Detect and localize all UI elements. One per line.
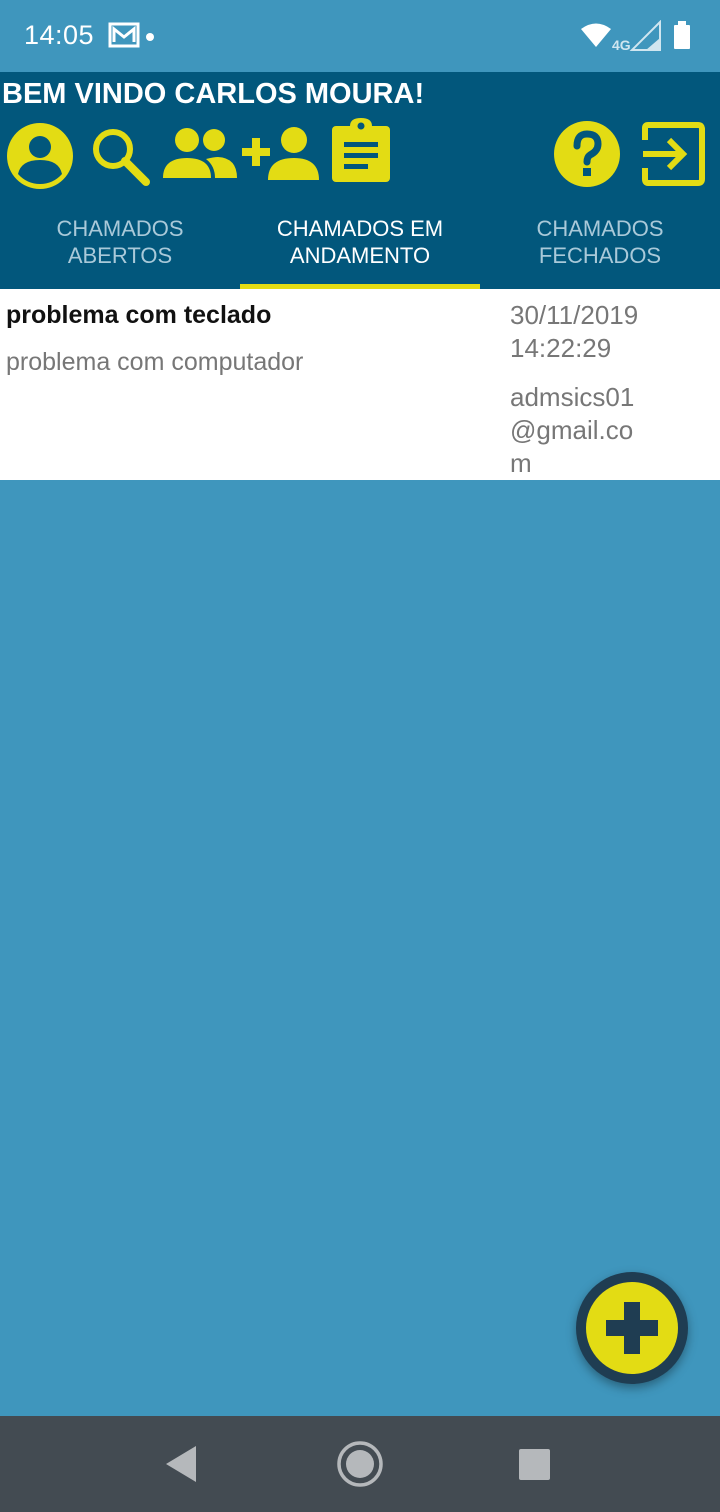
ticket-date: 30/11/2019 bbox=[510, 300, 639, 330]
system-nav-bar bbox=[0, 1416, 720, 1512]
app-header: BEM VINDO CARLOS MOURA! CHAMADOS ABERTOS… bbox=[0, 72, 720, 289]
tab-label-line1: CHAMADOS bbox=[56, 216, 184, 241]
tab-label-line2: ANDAMENTO bbox=[289, 243, 431, 268]
battery-icon bbox=[674, 21, 690, 49]
back-icon[interactable] bbox=[166, 1446, 196, 1482]
ticket-email: admsics01@gmail.com bbox=[510, 382, 635, 478]
person-add-icon[interactable] bbox=[240, 126, 320, 182]
status-bar: 14:05 4G bbox=[0, 0, 720, 72]
tab-bar: CHAMADOS ABERTOS CHAMADOS EM ANDAMENTO C… bbox=[0, 210, 720, 289]
ticket-datetime: 30/11/2019 14:22:29 bbox=[510, 299, 710, 365]
recents-icon[interactable] bbox=[519, 1449, 550, 1480]
ticket-list-item[interactable]: problema com teclado problema com comput… bbox=[0, 289, 720, 480]
tab-chamados-em-andamento[interactable]: CHAMADOS EM ANDAMENTO bbox=[240, 210, 480, 289]
welcome-title: BEM VINDO CARLOS MOURA! bbox=[2, 78, 425, 110]
help-icon[interactable] bbox=[553, 120, 621, 188]
fab-circle bbox=[586, 1282, 678, 1374]
tab-label-line2: FECHADOS bbox=[538, 243, 662, 268]
search-icon[interactable] bbox=[88, 124, 152, 188]
signal-icon: 4G bbox=[612, 20, 661, 52]
status-time: 14:05 bbox=[24, 20, 95, 50]
tab-label-line2: ABERTOS bbox=[67, 243, 173, 268]
ticket-time: 14:22:29 bbox=[510, 333, 612, 363]
home-icon[interactable] bbox=[336, 1440, 384, 1488]
tab-label-line1: CHAMADOS EM bbox=[276, 216, 444, 241]
tab-chamados-fechados[interactable]: CHAMADOS FECHADOS bbox=[480, 210, 720, 289]
account-circle-icon[interactable] bbox=[6, 122, 74, 190]
add-ticket-button[interactable] bbox=[576, 1272, 688, 1384]
tab-chamados-abertos[interactable]: CHAMADOS ABERTOS bbox=[0, 210, 240, 289]
ticket-title: problema com teclado bbox=[6, 301, 272, 329]
group-icon[interactable] bbox=[162, 126, 238, 182]
clipboard-icon[interactable] bbox=[330, 118, 392, 184]
gmail-notification-icon bbox=[108, 22, 140, 48]
tab-label-line1: CHAMADOS bbox=[536, 216, 664, 241]
network-type-label: 4G bbox=[612, 37, 631, 52]
ticket-description: problema com computador bbox=[6, 348, 304, 376]
notification-dot bbox=[146, 33, 154, 41]
exit-icon[interactable] bbox=[641, 122, 705, 186]
plus-icon bbox=[606, 1302, 658, 1354]
wifi-icon bbox=[581, 23, 611, 47]
